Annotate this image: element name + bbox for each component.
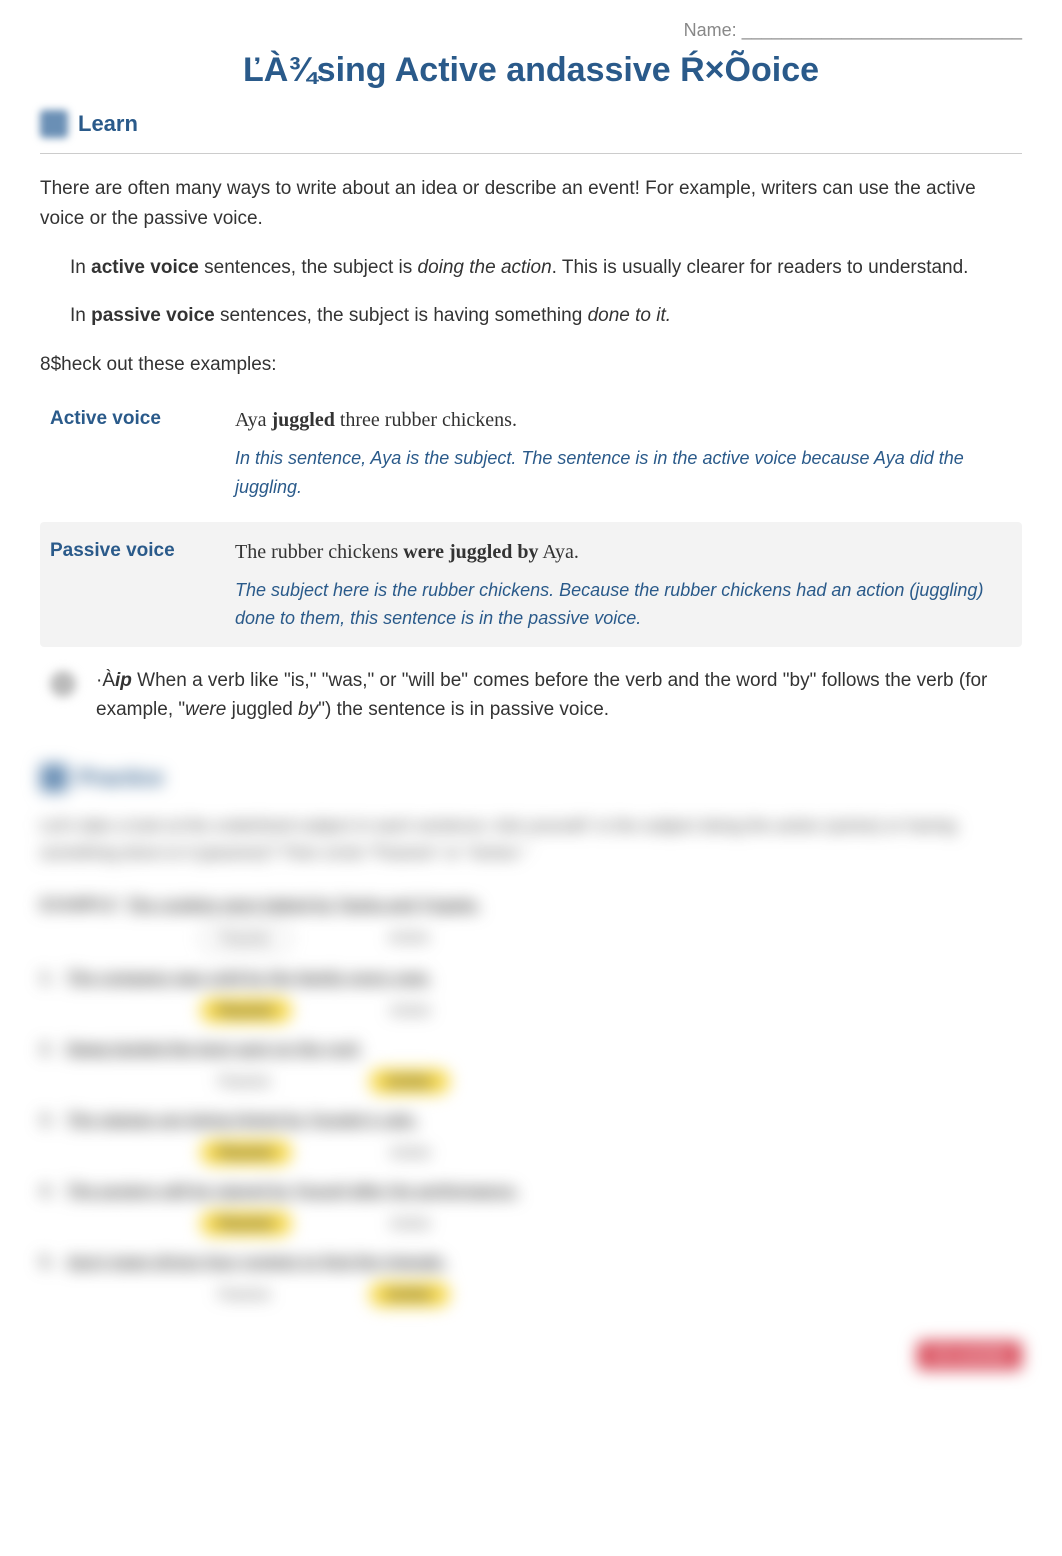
practice-example-row: EXAMPLE The cookies were baked by Tasha … bbox=[40, 897, 1022, 952]
passive-example-sentence: The rubber chickens were juggled by Aya. bbox=[235, 536, 1012, 568]
practice-row: 1. The company was sold by the family ev… bbox=[40, 970, 1022, 1023]
example-active: Active voice Aya juggled three rubber ch… bbox=[40, 390, 1022, 516]
tip-row: ·Àip When a verb like "is," "was," or "w… bbox=[40, 667, 1022, 724]
learn-section-header: Learn bbox=[40, 110, 1022, 138]
choice-active: Active bbox=[372, 998, 449, 1023]
practice-row: 2. Dawg landed the best spot on the roof… bbox=[40, 1041, 1022, 1094]
practice-row: 5. Aya's team drives four rockets to fin… bbox=[40, 1254, 1022, 1307]
choice-active: Active bbox=[369, 1069, 450, 1094]
active-voice-label: Active voice bbox=[50, 404, 215, 502]
learn-label: Learn bbox=[78, 111, 138, 137]
choice-active: Active bbox=[372, 1211, 449, 1236]
practice-instructions: Let's take a look at the underlined subj… bbox=[40, 812, 1022, 866]
active-example-sentence: Aya juggled three rubber chickens. bbox=[235, 404, 1012, 436]
tip-text: ·Àip When a verb like "is," "was," or "w… bbox=[96, 667, 1012, 724]
active-definition: In active voice sentences, the subject i… bbox=[40, 253, 1022, 283]
page-title: ĽÀ¾sing Active andassive Ŕ×Õoice bbox=[40, 51, 1022, 90]
passive-example-note: The subject here is the rubber chickens.… bbox=[235, 576, 1012, 634]
choice-passive: Passive bbox=[200, 1211, 292, 1236]
choice-active: Active bbox=[372, 1140, 449, 1165]
practice-row: 3. The stamps are being licked by Yusuke… bbox=[40, 1112, 1022, 1165]
practice-section-locked: Practice Let's take a look at the underl… bbox=[40, 764, 1022, 1364]
choice-passive: Passive bbox=[200, 1282, 289, 1307]
practice-row: 4. The posters will be signed by Yousef … bbox=[40, 1183, 1022, 1236]
choice-active: Active bbox=[371, 925, 448, 952]
intro-paragraph: There are often many ways to write about… bbox=[40, 174, 1022, 235]
passive-definition: In passive voice sentences, the subject … bbox=[40, 301, 1022, 331]
practice-label: Practice bbox=[78, 765, 164, 791]
example-passive: Passive voice The rubber chickens were j… bbox=[40, 522, 1022, 648]
choice-passive: Passive bbox=[200, 998, 292, 1023]
learn-content: There are often many ways to write about… bbox=[40, 153, 1022, 724]
choice-passive: Passive bbox=[200, 1140, 292, 1165]
pencil-icon bbox=[40, 764, 68, 792]
passive-voice-label: Passive voice bbox=[50, 536, 215, 634]
choice-active: Active bbox=[369, 1282, 450, 1307]
examples-intro: 8$heck out these examples: bbox=[40, 350, 1022, 380]
pencil-icon bbox=[40, 110, 68, 138]
footer-badge: ixl.com/ela bbox=[40, 1347, 1022, 1365]
name-field-label: Name: ____________________________ bbox=[40, 20, 1022, 41]
lightbulb-icon bbox=[50, 671, 76, 697]
choice-passive: Passive bbox=[200, 925, 291, 952]
choice-passive: Passive bbox=[200, 1069, 289, 1094]
active-example-note: In this sentence, Aya is the subject. Th… bbox=[235, 444, 1012, 502]
